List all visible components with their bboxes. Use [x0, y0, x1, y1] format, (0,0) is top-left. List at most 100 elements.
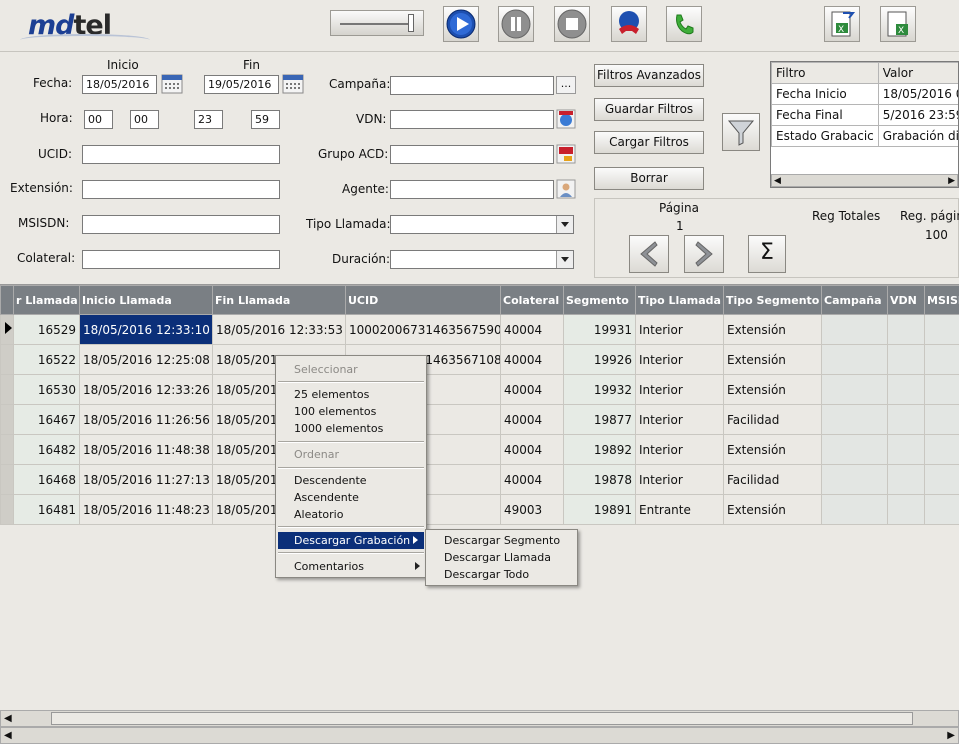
cell-inicio-llamada[interactable]: 18/05/2016 11:48:23 — [79, 494, 213, 525]
cell-campana[interactable] — [821, 434, 888, 465]
grupo-acd-field[interactable] — [390, 145, 554, 164]
phone-button[interactable] — [666, 6, 702, 42]
cell-tipo-llamada[interactable]: Interior — [635, 344, 724, 375]
cell-inicio-llamada[interactable]: 18/05/2016 12:25:08 — [79, 344, 213, 375]
campana-browse-button[interactable]: ... — [556, 76, 576, 94]
hangup-button[interactable] — [611, 6, 647, 42]
prev-page-button[interactable] — [629, 235, 669, 273]
cell-llamada-id[interactable]: 16467 — [13, 404, 80, 435]
cell-colateral[interactable]: 49003 — [500, 494, 564, 525]
scroll-left-icon[interactable]: ◀ — [774, 176, 781, 186]
agente-field[interactable] — [390, 180, 554, 199]
row-header[interactable] — [0, 314, 14, 345]
filter-row[interactable]: Estado Grabacic Grabación disp — [771, 125, 958, 147]
menu-descargar-segmento[interactable]: Descargar Segmento — [444, 532, 560, 549]
duracion-select[interactable] — [390, 250, 574, 269]
cell-segmento[interactable]: 19892 — [563, 434, 636, 465]
row-header[interactable] — [0, 344, 14, 375]
col-header[interactable]: Tipo Segmento — [723, 285, 822, 315]
cell-colateral[interactable]: 40004 — [500, 314, 564, 345]
cell-llamada-id[interactable]: 16468 — [13, 464, 80, 495]
cell-vdn[interactable] — [887, 464, 925, 495]
menu-ascendente[interactable]: Ascendente — [294, 489, 359, 506]
pause-button[interactable] — [498, 6, 534, 42]
col-header[interactable]: Tipo Llamada — [635, 285, 724, 315]
filter-table-scrollbar[interactable]: ◀ ▶ — [771, 174, 958, 187]
cell-vdn[interactable] — [887, 374, 925, 405]
window-horizontal-scrollbar[interactable]: ◀ ▶ — [0, 727, 959, 744]
menu-descargar-grabacion[interactable]: Descargar Grabación — [278, 532, 424, 549]
col-header[interactable]: Inicio Llamada — [79, 285, 213, 315]
col-header[interactable]: MSISD — [924, 285, 959, 315]
menu-1000-elementos[interactable]: 1000 elementos — [294, 420, 383, 437]
cell-segmento[interactable]: 19931 — [563, 314, 636, 345]
msisdn-field[interactable] — [82, 215, 280, 234]
cell-msisdn[interactable] — [924, 464, 959, 495]
cell-campana[interactable] — [821, 464, 888, 495]
cell-msisdn[interactable] — [924, 374, 959, 405]
cell-segmento[interactable]: 19877 — [563, 404, 636, 435]
apply-filter-button[interactable] — [722, 113, 760, 151]
cell-inicio-llamada[interactable]: 18/05/2016 11:26:56 — [79, 404, 213, 435]
col-header[interactable]: UCID — [345, 285, 501, 315]
menu-descendente[interactable]: Descendente — [294, 472, 367, 489]
cell-vdn[interactable] — [887, 314, 925, 345]
scroll-right-icon[interactable]: ▶ — [948, 176, 955, 186]
menu-descargar-todo[interactable]: Descargar Todo — [444, 566, 529, 583]
table-row[interactable]: 16529 18/05/2016 12:33:10 18/05/2016 12:33… — [0, 314, 959, 345]
vdn-field[interactable] — [390, 110, 554, 129]
cell-llamada-id[interactable]: 16522 — [13, 344, 80, 375]
cell-segmento[interactable]: 19932 — [563, 374, 636, 405]
cell-segmento[interactable]: 19891 — [563, 494, 636, 525]
cell-tipo-llamada[interactable]: Interior — [635, 374, 724, 405]
grid-horizontal-scrollbar[interactable]: ◀ — [0, 710, 959, 727]
col-header[interactable]: Fin Llamada — [212, 285, 346, 315]
hora-fin-h-field[interactable]: 23 — [194, 110, 223, 129]
row-header[interactable] — [0, 434, 14, 465]
cell-vdn[interactable] — [887, 434, 925, 465]
tipo-llamada-select[interactable] — [390, 215, 574, 234]
cell-tipo-segmento[interactable]: Extensión — [723, 374, 822, 405]
cell-vdn[interactable] — [887, 344, 925, 375]
table-row[interactable]: 1646718/05/2016 11:26:5618/05/2014635636… — [0, 404, 959, 435]
col-header[interactable]: VDN — [887, 285, 925, 315]
col-header[interactable]: Campaña — [821, 285, 888, 315]
excel-button[interactable]: X — [880, 6, 916, 42]
menu-comentarios[interactable]: Comentarios — [294, 558, 364, 575]
export-excel-button[interactable]: X — [824, 6, 860, 42]
row-header[interactable] — [0, 494, 14, 525]
extension-field[interactable] — [82, 180, 280, 199]
hora-fin-m-field[interactable]: 59 — [251, 110, 280, 129]
sum-button[interactable]: Σ — [748, 235, 786, 273]
cell-ucid[interactable]: 10002006731463567590 — [345, 314, 501, 345]
cell-msisdn[interactable] — [924, 434, 959, 465]
cell-inicio-llamada[interactable]: 18/05/2016 12:33:10 — [79, 314, 213, 345]
cell-msisdn[interactable] — [924, 314, 959, 345]
cell-llamada-id[interactable]: 16482 — [13, 434, 80, 465]
cell-llamada-id[interactable]: 16481 — [13, 494, 80, 525]
cell-tipo-llamada[interactable]: Interior — [635, 404, 724, 435]
calendar-fin-icon[interactable] — [282, 74, 304, 94]
cell-colateral[interactable]: 40004 — [500, 464, 564, 495]
menu-descargar-llamada[interactable]: Descargar Llamada — [444, 549, 551, 566]
cell-vdn[interactable] — [887, 494, 925, 525]
cell-tipo-segmento[interactable]: Extensión — [723, 434, 822, 465]
cell-colateral[interactable]: 40004 — [500, 344, 564, 375]
cell-campana[interactable] — [821, 344, 888, 375]
table-row[interactable]: 1646818/05/2016 11:27:1318/05/2014635636… — [0, 464, 959, 495]
hora-inicio-h-field[interactable]: 00 — [84, 110, 113, 129]
cell-msisdn[interactable] — [924, 494, 959, 525]
guardar-filtros-button[interactable]: Guardar Filtros — [594, 98, 704, 121]
agent-picker-icon[interactable] — [556, 179, 576, 199]
scroll-left-icon[interactable]: ◀ — [4, 713, 12, 724]
cell-segmento[interactable]: 19878 — [563, 464, 636, 495]
fecha-inicio-field[interactable]: 18/05/2016 — [82, 75, 157, 94]
hora-inicio-m-field[interactable]: 00 — [130, 110, 159, 129]
row-header[interactable] — [0, 374, 14, 405]
cell-tipo-segmento[interactable]: Extensión — [723, 494, 822, 525]
cell-tipo-segmento[interactable]: Facilidad — [723, 464, 822, 495]
cell-colateral[interactable]: 40004 — [500, 434, 564, 465]
cell-llamada-id[interactable]: 16529 — [13, 314, 80, 345]
scroll-right-icon[interactable]: ▶ — [947, 730, 955, 741]
cell-inicio-llamada[interactable]: 18/05/2016 11:27:13 — [79, 464, 213, 495]
